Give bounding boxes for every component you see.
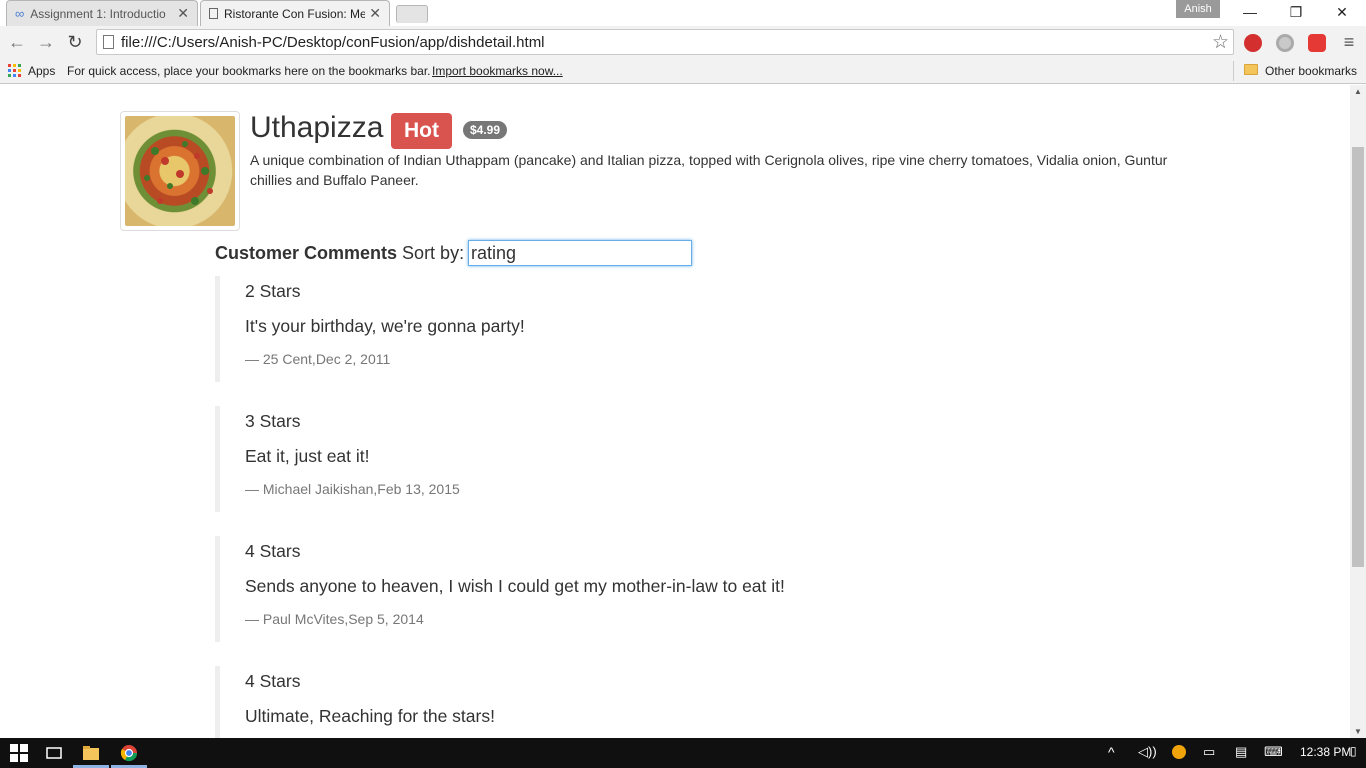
comment-rating: 3 Stars <box>245 411 301 431</box>
comment-item: 3 Stars Eat it, just eat it! — Michael J… <box>215 406 1015 512</box>
reload-icon[interactable]: ↻ <box>64 31 86 53</box>
page-viewport: Uthapizza Hot $4.99 A unique combination… <box>0 85 1350 738</box>
url-text: file:///C:/Users/Anish-PC/Desktop/conFus… <box>121 34 545 51</box>
address-bar[interactable]: file:///C:/Users/Anish-PC/Desktop/conFus… <box>96 29 1234 55</box>
dish-thumbnail <box>120 111 240 231</box>
tab-title: Assignment 1: Introductio <box>30 6 166 21</box>
page-icon <box>103 35 114 49</box>
taskbar: ^ ◁)) ▭ ▤ ⌨ 12:38 PM ▯ <box>0 738 1366 768</box>
comment-byline: — 25 Cent,Dec 2, 2011 <box>245 351 391 367</box>
comment-rating: 4 Stars <box>245 541 301 561</box>
extension-icon[interactable] <box>1276 34 1294 52</box>
new-tab-button[interactable] <box>396 5 428 23</box>
pizza-image <box>125 116 235 226</box>
tab-strip: ∞ Assignment 1: Introductio ✕ Ristorante… <box>0 0 1366 26</box>
clock[interactable]: 12:38 PM <box>1300 745 1351 759</box>
restore-icon[interactable]: ❐ <box>1273 0 1319 24</box>
other-bookmarks[interactable]: Other bookmarks <box>1265 64 1357 78</box>
comment-item: 4 Stars Sends anyone to heaven, I wish I… <box>215 536 1015 642</box>
forward-icon[interactable]: → <box>35 31 57 53</box>
notifications-icon[interactable]: ▯ <box>1350 744 1362 762</box>
sort-label: Sort by: <box>402 243 465 263</box>
windows-start-icon[interactable] <box>10 744 28 762</box>
opera-extension-icon[interactable] <box>1244 34 1262 52</box>
back-icon[interactable]: ← <box>6 31 28 53</box>
bookmarks-bar: Apps For quick access, place your bookma… <box>0 58 1366 84</box>
close-window-icon[interactable]: ✕ <box>1319 0 1365 24</box>
scroll-down-icon[interactable]: ▼ <box>1350 727 1366 736</box>
browser-toolbar: ← → ↻ file:///C:/Users/Anish-PC/Desktop/… <box>0 26 1366 58</box>
volume-icon[interactable]: ◁)) <box>1138 744 1157 762</box>
network-icon[interactable]: ▭ <box>1203 744 1219 762</box>
page-icon <box>209 8 218 19</box>
action-center-icon[interactable]: ▤ <box>1235 744 1251 762</box>
tab-assignment[interactable]: ∞ Assignment 1: Introductio ✕ <box>6 0 198 26</box>
comment-byline: — Michael Jaikishan,Feb 13, 2015 <box>245 481 460 497</box>
task-view-icon[interactable] <box>45 744 63 762</box>
folder-icon <box>1244 64 1258 75</box>
chevron-up-icon[interactable]: ^ <box>1108 744 1122 762</box>
comment-text: Ultimate, Reaching for the stars! <box>245 706 495 726</box>
comment-text: Eat it, just eat it! <box>245 446 370 466</box>
chrome-icon[interactable] <box>120 744 138 762</box>
comment-text: Sends anyone to heaven, I wish I could g… <box>245 576 785 596</box>
close-icon[interactable]: ✕ <box>177 5 189 22</box>
c-extension-icon[interactable] <box>1308 34 1326 52</box>
profile-button[interactable]: Anish <box>1176 0 1220 18</box>
comment-byline: — Paul McVites,Sep 5, 2014 <box>245 611 424 627</box>
comment-item: 2 Stars It's your birthday, we're gonna … <box>215 276 1015 382</box>
apps-link[interactable]: Apps <box>28 64 55 78</box>
comment-rating: 4 Stars <box>245 671 301 691</box>
apps-icon[interactable] <box>8 64 21 77</box>
menu-icon[interactable]: ≡ <box>1340 32 1358 53</box>
comments-heading: Customer Comments Sort by: <box>215 240 464 266</box>
bookmarks-hint: For quick access, place your bookmarks h… <box>67 64 431 78</box>
scroll-thumb[interactable] <box>1352 147 1364 567</box>
comment-text: It's your birthday, we're gonna party! <box>245 316 525 336</box>
infinity-icon: ∞ <box>15 6 25 21</box>
divider <box>1233 61 1234 81</box>
bookmark-star-icon[interactable]: ☆ <box>1212 31 1229 54</box>
comments-title: Customer Comments <box>215 243 398 263</box>
comment-item: 4 Stars Ultimate, Reaching for the stars… <box>215 666 1015 738</box>
scroll-up-icon[interactable]: ▲ <box>1350 87 1366 96</box>
file-explorer-icon[interactable] <box>82 744 100 762</box>
close-icon[interactable]: ✕ <box>369 5 381 22</box>
tab-ristorante[interactable]: Ristorante Con Fusion: Me ✕ <box>200 0 390 26</box>
dish-name: Uthapizza <box>250 111 384 144</box>
dish-description: A unique combination of Indian Uthappam … <box>250 152 1168 188</box>
notification-app-icon[interactable] <box>1171 744 1187 762</box>
price-badge: $4.99 <box>463 121 508 139</box>
keyboard-icon[interactable]: ⌨ <box>1264 744 1286 762</box>
tab-title: Ristorante Con Fusion: Me <box>224 6 366 21</box>
import-bookmarks-link[interactable]: Import bookmarks now... <box>432 64 563 78</box>
comment-rating: 2 Stars <box>245 281 301 301</box>
vertical-scrollbar[interactable]: ▲ ▼ <box>1350 85 1366 738</box>
minimize-icon[interactable]: — <box>1227 0 1273 24</box>
hot-label: Hot <box>391 113 452 149</box>
sort-input[interactable] <box>468 240 692 266</box>
